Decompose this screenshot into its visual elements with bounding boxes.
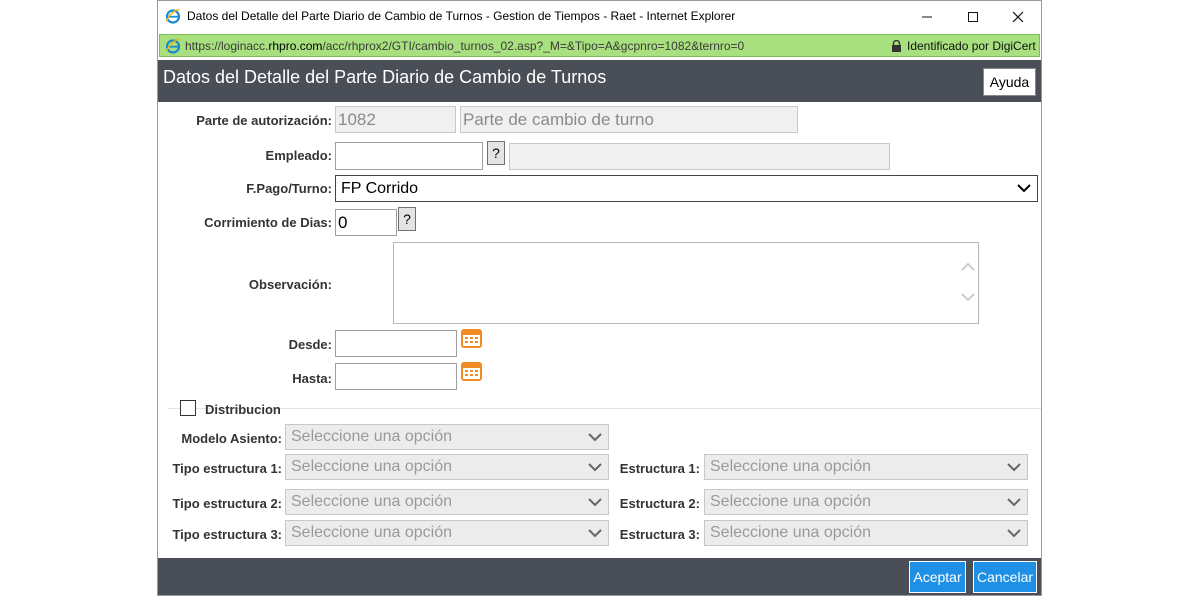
distribucion-checkbox[interactable] xyxy=(180,400,196,416)
fpago-label: F.Pago/Turno: xyxy=(246,181,332,196)
tipo-estructura-1-select[interactable]: Seleccione una opción xyxy=(285,454,609,480)
chevron-up-icon[interactable] xyxy=(960,261,976,273)
close-button[interactable] xyxy=(995,1,1041,33)
close-icon xyxy=(1012,11,1024,23)
window-title: Datos del Detalle del Parte Diario de Ca… xyxy=(187,9,736,23)
lock-icon xyxy=(892,40,901,52)
dialog-footer: Aceptar Cancelar xyxy=(158,558,1041,595)
estructura-2-select[interactable]: Seleccione una opción xyxy=(704,489,1028,515)
help-button[interactable]: Ayuda xyxy=(983,68,1036,96)
cancel-button[interactable]: Cancelar xyxy=(973,561,1037,593)
tipo-estructura-2-label: Tipo estructura 2: xyxy=(172,496,282,511)
observacion-label: Observación: xyxy=(248,277,332,292)
estructura-2-label: Estructura 2: xyxy=(619,496,700,511)
chevron-down-icon xyxy=(1007,463,1021,472)
calendar-icon[interactable] xyxy=(461,328,482,348)
minimize-button[interactable] xyxy=(904,1,950,33)
chevron-down-icon xyxy=(1007,498,1021,507)
empleado-name-field xyxy=(509,143,890,170)
chevron-down-icon xyxy=(588,498,602,507)
page-header: Datos del Detalle del Parte Diario de Ca… xyxy=(158,60,1041,102)
estructura-1-value: Seleccione una opción xyxy=(710,458,872,475)
empleado-label: Empleado: xyxy=(265,148,332,163)
chevron-down-icon[interactable] xyxy=(960,291,976,303)
tipo-estructura-1-label: Tipo estructura 1: xyxy=(172,461,282,476)
tipo-estructura-1-value: Seleccione una opción xyxy=(291,458,453,475)
observacion-textarea[interactable] xyxy=(393,242,979,324)
empleado-help-button[interactable]: ? xyxy=(487,141,505,165)
chevron-down-icon xyxy=(1017,184,1031,193)
chevron-down-icon xyxy=(588,433,602,442)
ie-logo-icon xyxy=(165,9,181,24)
modelo-asiento-select[interactable]: Seleccione una opción xyxy=(285,424,609,450)
address-bar[interactable]: https://loginacc.rhpro.com/acc/rhprox2/G… xyxy=(159,34,1040,57)
parte-number-field: 1082 xyxy=(335,106,456,133)
fpago-selected-value: FP Corrido xyxy=(341,180,419,197)
empleado-input[interactable] xyxy=(335,142,483,170)
modelo-asiento-value: Seleccione una opción xyxy=(291,428,453,445)
corrimiento-input[interactable]: 0 xyxy=(335,209,397,236)
chevron-down-icon xyxy=(1007,529,1021,538)
maximize-button[interactable] xyxy=(950,1,996,33)
parte-label: Parte de autorización: xyxy=(196,113,332,128)
desde-input[interactable] xyxy=(335,330,457,357)
estructura-1-label: Estructura 1: xyxy=(619,461,700,476)
tipo-estructura-2-value: Seleccione una opción xyxy=(291,493,453,510)
security-identity[interactable]: Identificado por DigiCert xyxy=(907,39,1036,53)
maximize-icon xyxy=(968,12,978,22)
hasta-input[interactable] xyxy=(335,363,457,390)
distribucion-label: Distribucion xyxy=(205,402,281,417)
section-divider xyxy=(168,408,1041,409)
estructura-3-select[interactable]: Seleccione una opción xyxy=(704,520,1028,546)
parte-description-field: Parte de cambio de turno xyxy=(460,106,798,133)
estructura-3-label: Estructura 3: xyxy=(619,527,700,542)
minimize-icon xyxy=(922,16,932,18)
chevron-down-icon xyxy=(588,529,602,538)
estructura-2-value: Seleccione una opción xyxy=(710,493,872,510)
url-text[interactable]: https://loginacc.rhpro.com/acc/rhprox2/G… xyxy=(185,39,744,53)
tipo-estructura-2-select[interactable]: Seleccione una opción xyxy=(285,489,609,515)
accept-button[interactable]: Aceptar xyxy=(909,561,966,593)
page-title: Datos del Detalle del Parte Diario de Ca… xyxy=(163,67,607,87)
desde-label: Desde: xyxy=(288,337,332,352)
corrimiento-label: Corrimiento de Dias: xyxy=(204,215,332,230)
modelo-asiento-label: Modelo Asiento: xyxy=(181,431,282,446)
ie-logo-icon xyxy=(165,39,181,54)
corrimiento-help-button[interactable]: ? xyxy=(398,207,416,231)
tipo-estructura-3-select[interactable]: Seleccione una opción xyxy=(285,520,609,546)
hasta-label: Hasta: xyxy=(292,371,332,386)
fpago-select[interactable]: FP Corrido xyxy=(335,175,1038,202)
tipo-estructura-3-label: Tipo estructura 3: xyxy=(172,527,282,542)
title-bar: Datos del Detalle del Parte Diario de Ca… xyxy=(158,1,1041,33)
browser-window: Datos del Detalle del Parte Diario de Ca… xyxy=(157,0,1042,596)
estructura-3-value: Seleccione una opción xyxy=(710,524,872,541)
chevron-down-icon xyxy=(588,463,602,472)
estructura-1-select[interactable]: Seleccione una opción xyxy=(704,454,1028,480)
calendar-icon[interactable] xyxy=(461,361,482,381)
tipo-estructura-3-value: Seleccione una opción xyxy=(291,524,453,541)
